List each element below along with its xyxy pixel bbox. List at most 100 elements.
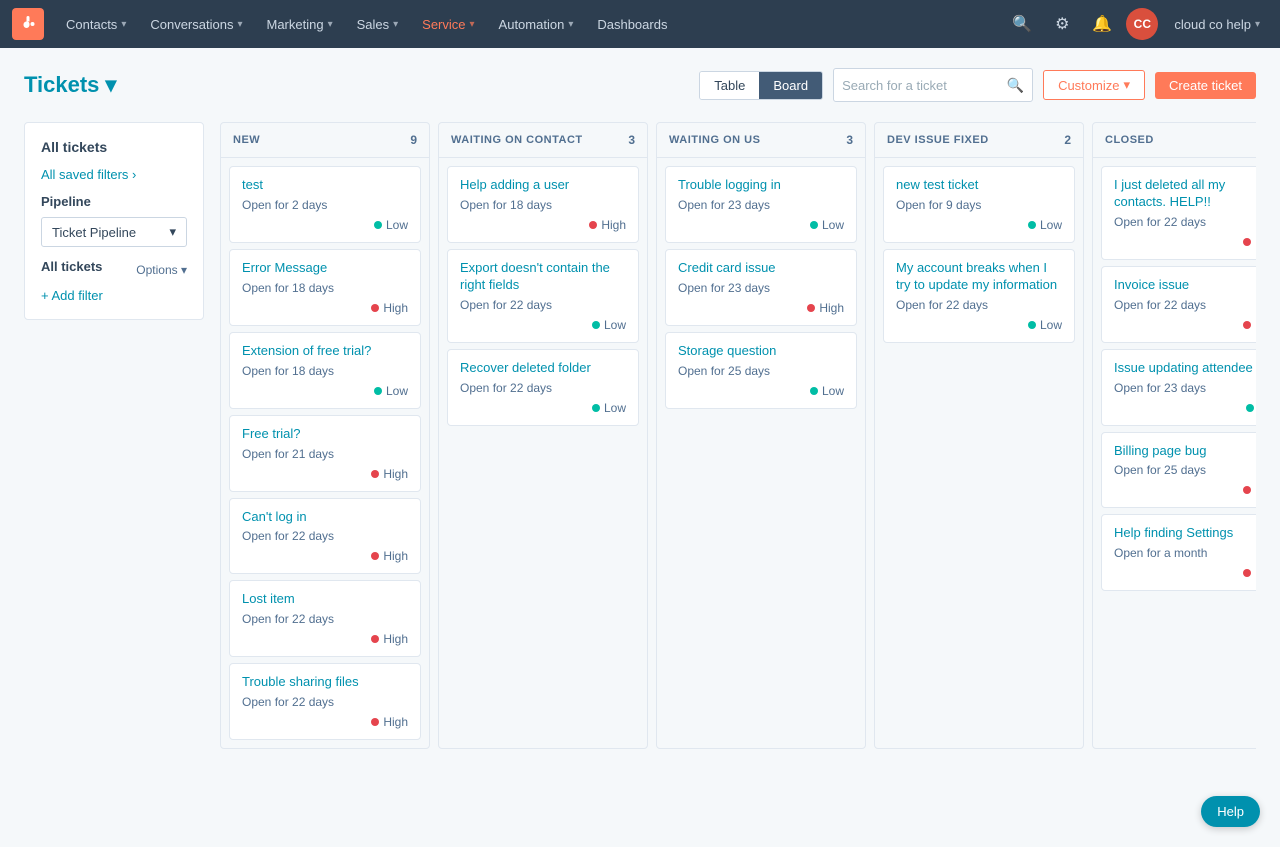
column-dev-issue-fixed: DEV ISSUE FIXED 2 new test ticket Open f… <box>874 122 1084 749</box>
ticket-priority: Low <box>242 218 408 232</box>
ticket-card[interactable]: Free trial? Open for 21 days High <box>229 415 421 492</box>
service-chevron-icon: ▾ <box>470 19 475 30</box>
nav-service[interactable]: Service ▾ <box>412 11 484 38</box>
ticket-priority: Low <box>896 318 1062 332</box>
search-icon-btn[interactable]: 🔍 <box>1006 8 1038 40</box>
priority-dot-high <box>807 304 815 312</box>
ticket-name: My account breaks when I try to update m… <box>896 260 1062 294</box>
nav-sales[interactable]: Sales ▾ <box>347 11 409 38</box>
conversations-chevron-icon: ▾ <box>237 19 242 30</box>
search-input[interactable] <box>842 78 1007 93</box>
page-title[interactable]: Tickets ▾ <box>24 72 116 98</box>
ticket-days: Open for 23 days <box>678 281 844 295</box>
priority-dot-high <box>371 470 379 478</box>
nav-marketing[interactable]: Marketing ▾ <box>256 11 342 38</box>
priority-dot-high <box>371 718 379 726</box>
ticket-card[interactable]: Trouble logging in Open for 23 days Low <box>665 166 857 243</box>
ticket-priority: High <box>242 632 408 646</box>
settings-icon-btn[interactable]: ⚙ <box>1046 8 1078 40</box>
ticket-card[interactable]: Recover deleted folder Open for 22 days … <box>447 349 639 426</box>
priority-dot-low <box>1028 221 1036 229</box>
priority-label: Low <box>386 218 408 232</box>
column-header-closed: CLOSED 5 <box>1093 123 1256 158</box>
ticket-priority: High <box>1114 566 1256 580</box>
priority-dot-high <box>1243 238 1251 246</box>
board-view-button[interactable]: Board <box>759 72 822 99</box>
table-view-button[interactable]: Table <box>700 72 759 99</box>
column-title-dev-issue-fixed: DEV ISSUE FIXED <box>887 134 989 146</box>
ticket-days: Open for 25 days <box>678 364 844 378</box>
nav-dashboards[interactable]: Dashboards <box>587 11 677 38</box>
nav-conversations[interactable]: Conversations ▾ <box>140 11 252 38</box>
column-count-dev-issue-fixed: 2 <box>1064 133 1071 147</box>
ticket-card[interactable]: Can't log in Open for 22 days High <box>229 498 421 575</box>
search-box: 🔍 <box>833 68 1033 102</box>
ticket-card[interactable]: Lost item Open for 22 days High <box>229 580 421 657</box>
nav-icons: 🔍 ⚙ 🔔 CC cloud co help ▾ <box>1006 8 1268 40</box>
priority-dot-high <box>371 635 379 643</box>
user-menu[interactable]: cloud co help ▾ <box>1166 17 1268 32</box>
ticket-card[interactable]: Issue updating attendee Open for 23 days… <box>1101 349 1256 426</box>
ticket-card[interactable]: I just deleted all my contacts. HELP!! O… <box>1101 166 1256 260</box>
ticket-days: Open for 23 days <box>678 198 844 212</box>
board-columns: NEW 9 test Open for 2 days Low Error Mes… <box>220 122 1256 749</box>
column-title-new: NEW <box>233 134 260 146</box>
ticket-name: test <box>242 177 408 194</box>
all-tickets-label: All tickets <box>41 259 102 274</box>
ticket-priority: High <box>1114 235 1256 249</box>
ticket-card[interactable]: Error Message Open for 18 days High <box>229 249 421 326</box>
sidebar-saved-filters-link[interactable]: All saved filters › <box>41 167 187 182</box>
priority-label: High <box>383 549 408 563</box>
ticket-name: Can't log in <box>242 509 408 526</box>
add-filter-link[interactable]: + Add filter <box>41 288 103 303</box>
ticket-card[interactable]: Trouble sharing files Open for 22 days H… <box>229 663 421 740</box>
ticket-card[interactable]: Extension of free trial? Open for 18 day… <box>229 332 421 409</box>
sidebar-title: All tickets <box>41 139 187 155</box>
priority-label: Low <box>822 384 844 398</box>
create-ticket-button[interactable]: Create ticket <box>1155 72 1256 99</box>
ticket-priority: Low <box>1114 401 1256 415</box>
priority-dot-low <box>592 404 600 412</box>
column-count-waiting-on-contact: 3 <box>628 133 635 147</box>
nav-automation[interactable]: Automation ▾ <box>489 11 584 38</box>
ticket-card[interactable]: Help finding Settings Open for a month H… <box>1101 514 1256 591</box>
top-nav: Contacts ▾ Conversations ▾ Marketing ▾ S… <box>0 0 1280 48</box>
help-button[interactable]: Help <box>1201 796 1260 827</box>
ticket-card[interactable]: test Open for 2 days Low <box>229 166 421 243</box>
ticket-card[interactable]: Help adding a user Open for 18 days High <box>447 166 639 243</box>
avatar[interactable]: CC <box>1126 8 1158 40</box>
priority-dot-low <box>1028 321 1036 329</box>
marketing-chevron-icon: ▾ <box>328 19 333 30</box>
options-link[interactable]: Options ▾ <box>136 263 187 277</box>
customize-button[interactable]: Customize ▾ <box>1043 70 1145 100</box>
priority-label: High <box>601 218 626 232</box>
priority-dot-low <box>1246 404 1254 412</box>
ticket-name: Help adding a user <box>460 177 626 194</box>
notifications-icon-btn[interactable]: 🔔 <box>1086 8 1118 40</box>
ticket-name: Trouble sharing files <box>242 674 408 691</box>
ticket-name: Invoice issue <box>1114 277 1256 294</box>
ticket-card[interactable]: Billing page bug Open for 25 days High <box>1101 432 1256 509</box>
pipeline-select[interactable]: Ticket Pipeline ▾ <box>41 217 187 247</box>
ticket-card[interactable]: Export doesn't contain the right fields … <box>447 249 639 343</box>
priority-label: Low <box>386 384 408 398</box>
priority-dot-low <box>592 321 600 329</box>
ticket-name: Error Message <box>242 260 408 277</box>
priority-dot-low <box>374 387 382 395</box>
options-chevron-icon: ▾ <box>181 263 187 277</box>
priority-dot-high <box>371 304 379 312</box>
ticket-days: Open for 18 days <box>242 364 408 378</box>
priority-label: High <box>1255 483 1256 497</box>
ticket-card[interactable]: new test ticket Open for 9 days Low <box>883 166 1075 243</box>
ticket-card[interactable]: My account breaks when I try to update m… <box>883 249 1075 343</box>
ticket-name: Trouble logging in <box>678 177 844 194</box>
column-waiting-on-us: WAITING ON US 3 Trouble logging in Open … <box>656 122 866 749</box>
ticket-card[interactable]: Storage question Open for 25 days Low <box>665 332 857 409</box>
nav-contacts[interactable]: Contacts ▾ <box>56 11 136 38</box>
ticket-card[interactable]: Credit card issue Open for 23 days High <box>665 249 857 326</box>
ticket-priority: High <box>242 549 408 563</box>
sales-chevron-icon: ▾ <box>393 19 398 30</box>
ticket-name: new test ticket <box>896 177 1062 194</box>
ticket-card[interactable]: Invoice issue Open for 22 days High <box>1101 266 1256 343</box>
column-count-waiting-on-us: 3 <box>846 133 853 147</box>
